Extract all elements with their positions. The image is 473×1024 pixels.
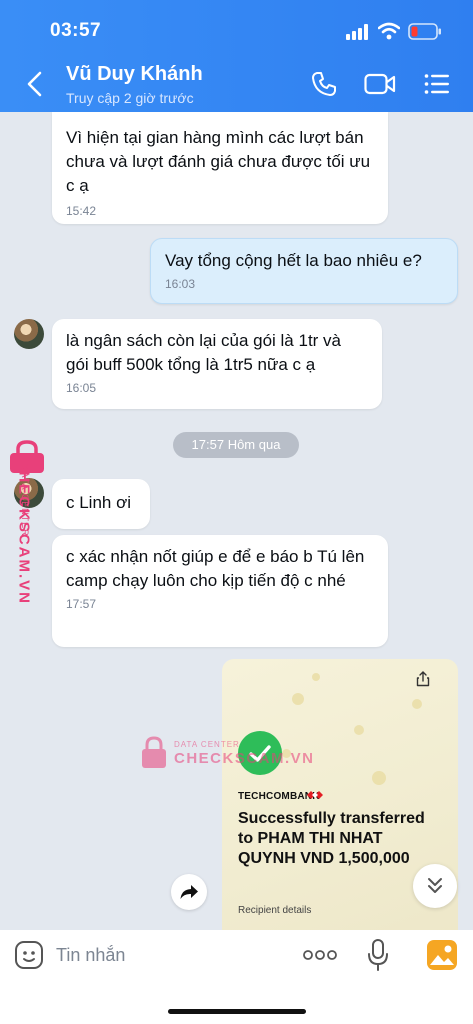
- message-bubble-outgoing[interactable]: Vay tổng cộng hết la bao nhiêu e? 16:03: [150, 238, 458, 304]
- watermark-center: DATA CENTER CHECKSCAM.VN: [140, 736, 313, 776]
- recipient-details-label: Recipient details: [238, 905, 312, 916]
- double-chevron-down-icon: [428, 878, 442, 893]
- message-text: c xác nhận nốt giúp e để e báo b Tú lên …: [66, 547, 365, 590]
- home-indicator: [168, 1009, 306, 1014]
- video-call-icon[interactable]: [364, 73, 396, 95]
- back-arrow-icon[interactable]: [24, 70, 46, 98]
- contact-avatar[interactable]: [14, 319, 44, 349]
- watermark-main-text: CHECKSCAM.VN: [174, 750, 315, 767]
- message-time: 16:03: [165, 277, 196, 291]
- message-bubble-incoming[interactable]: là ngân sách còn lại của gói là 1tr và g…: [52, 319, 382, 409]
- message-input-bar: [0, 930, 473, 1024]
- phone-call-icon[interactable]: [311, 71, 337, 97]
- chat-message-list[interactable]: Vì hiện tại gian hàng mình các lượt bán …: [0, 112, 473, 930]
- forward-button[interactable]: [171, 874, 207, 910]
- decorative-coin: [372, 771, 386, 785]
- watermark-side: DATA CENTER CHECKSCAM.VN: [4, 440, 50, 640]
- wifi-icon: [378, 22, 400, 40]
- decorative-coin: [412, 699, 422, 709]
- message-input[interactable]: [56, 940, 276, 970]
- cellular-signal-icon: [346, 24, 368, 40]
- menu-list-icon[interactable]: [424, 73, 450, 95]
- message-time: 15:42: [66, 204, 97, 218]
- message-bubble-incoming[interactable]: Vì hiện tại gian hàng mình các lượt bán …: [52, 112, 388, 224]
- status-time: 03:57: [50, 20, 102, 41]
- forward-arrow-icon: [180, 885, 198, 899]
- more-options-icon[interactable]: [302, 948, 338, 962]
- message-text: Vì hiện tại gian hàng mình các lượt bán …: [66, 128, 371, 195]
- watermark-lock-icon: [142, 736, 166, 768]
- battery-low-icon: [408, 23, 441, 40]
- message-time: 16:05: [66, 381, 97, 395]
- share-icon[interactable]: [415, 671, 431, 687]
- chat-header: 03:57 Vũ Duy Khánh Truy cập 2 giờ trước: [0, 0, 473, 112]
- message-time: 17:57: [66, 597, 97, 611]
- decorative-coin: [312, 673, 320, 681]
- date-divider: 17:57 Hôm qua: [173, 432, 299, 458]
- message-text: là ngân sách còn lại của gói là 1tr và g…: [66, 331, 342, 374]
- message-text: Vay tổng cộng hết la bao nhiêu e?: [165, 251, 422, 270]
- watermark-main-text: CHECKSCAM.VN: [15, 458, 33, 606]
- image-gallery-icon[interactable]: [426, 939, 458, 971]
- message-text: c Linh ơi: [66, 493, 132, 512]
- microphone-icon[interactable]: [366, 938, 390, 972]
- status-bar: 03:57: [0, 0, 473, 60]
- contact-last-seen: Truy cập 2 giờ trước: [66, 90, 194, 106]
- message-bubble-incoming[interactable]: c Linh ơi: [52, 479, 150, 529]
- watermark-sub-text: DATA CENTER: [174, 740, 240, 749]
- scroll-to-bottom-button[interactable]: [413, 864, 457, 908]
- transfer-title: Successfully transferred to PHAM THI NHA…: [238, 810, 425, 867]
- decorative-coin: [292, 693, 304, 705]
- decorative-coin: [354, 725, 364, 735]
- techcombank-logo-icon: [307, 791, 323, 799]
- message-bubble-incoming[interactable]: c xác nhận nốt giúp e để e báo b Tú lên …: [52, 535, 388, 647]
- sticker-icon[interactable]: [14, 940, 44, 970]
- contact-name[interactable]: Vũ Duy Khánh: [66, 63, 203, 86]
